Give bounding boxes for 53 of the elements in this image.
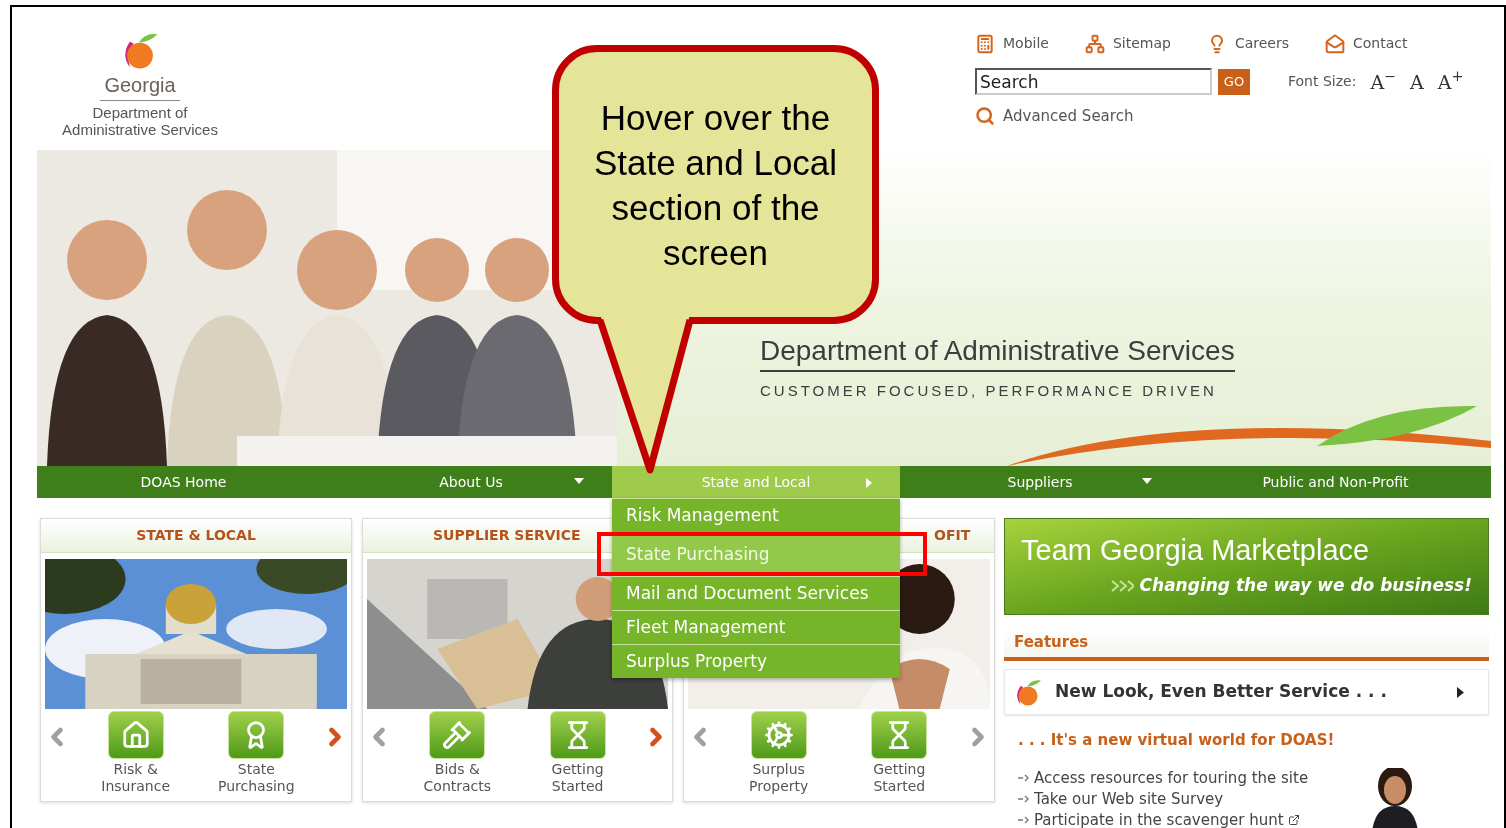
hourglass-icon xyxy=(871,711,928,759)
ribbon-icon xyxy=(228,711,285,759)
feature-item[interactable]: New Look, Even Better Service . . . xyxy=(1004,669,1489,715)
hero-title: Department of Administrative Services xyxy=(760,333,1235,372)
font-size-button[interactable]: A$^{+}$ xyxy=(1437,71,1464,92)
arrow-icon xyxy=(1018,816,1030,824)
card-title: STATE & LOCAL xyxy=(136,526,256,545)
chevrons-icon xyxy=(1109,579,1134,592)
calculator-icon xyxy=(975,33,995,54)
search-icon xyxy=(975,106,995,127)
shortcut-button[interactable]: Surplus Property xyxy=(722,711,835,795)
hero-tagline: CUSTOMER FOCUSED, PERFORMANCE DRIVEN xyxy=(760,380,1217,401)
arrow-icon xyxy=(1018,774,1030,782)
shortcut-button[interactable]: Risk & Insurance xyxy=(79,711,192,795)
gavel-icon xyxy=(429,711,486,759)
callout-text: Hover over the State and Local section of the screen xyxy=(592,96,839,274)
card-title: OFIT xyxy=(934,526,971,545)
marketplace-title: Team Georgia Marketplace xyxy=(1021,533,1371,567)
caret-icon xyxy=(866,478,872,488)
card-title: SUPPLIER SERVICE xyxy=(433,526,581,545)
features-title: Features xyxy=(1014,631,1089,653)
shortcut-button[interactable]: State Purchasing xyxy=(200,711,313,795)
shortcut-button[interactable]: Getting Started xyxy=(843,711,956,795)
feature-link[interactable]: Take our Web site Survey xyxy=(1034,787,1224,811)
top-link[interactable]: Mobile xyxy=(975,33,1049,54)
font-size-button[interactable]: A$^{−}$ xyxy=(1370,71,1397,92)
sitemap-icon xyxy=(1084,33,1105,54)
top-link[interactable]: Careers xyxy=(1206,33,1289,54)
marketplace-tagline: Changing the way we do business! xyxy=(1139,574,1472,597)
house-icon xyxy=(107,711,164,759)
envelope-icon xyxy=(1325,33,1345,54)
caret-icon xyxy=(1457,686,1464,698)
features-tagline: . . . It's a new virtual world for DOAS! xyxy=(1018,730,1336,751)
search-field[interactable]: Search xyxy=(975,68,1212,95)
gears-icon xyxy=(750,711,807,759)
advanced-search-link[interactable]: Advanced Search xyxy=(975,105,1475,128)
external-link-icon xyxy=(1287,814,1300,826)
font-size-label: Font Size: xyxy=(1288,72,1357,91)
shortcut-button[interactable]: Getting Started xyxy=(521,711,634,795)
logo-name: Georgia xyxy=(104,73,176,97)
top-link[interactable]: Sitemap xyxy=(1084,33,1171,54)
caret-icon xyxy=(574,478,584,484)
feature-link[interactable]: Participate in the scavenger hunt xyxy=(1034,808,1284,828)
hourglass-icon xyxy=(549,711,606,759)
logo-subtitle: Department of Administrative Services xyxy=(61,104,219,138)
feature-link[interactable]: Access resources for touring the site xyxy=(1034,766,1309,790)
go-button[interactable]: GO xyxy=(1218,68,1250,95)
caret-icon xyxy=(1142,478,1152,484)
top-link[interactable]: Contact xyxy=(1325,33,1408,54)
marketplace-banner[interactable]: Team Georgia Marketplace Changing the way we do business! xyxy=(1004,518,1489,615)
font-size-button[interactable]: A xyxy=(1410,71,1424,92)
arrow-icon xyxy=(1018,795,1030,803)
shortcut-button[interactable]: Bids & Contracts xyxy=(401,711,514,795)
